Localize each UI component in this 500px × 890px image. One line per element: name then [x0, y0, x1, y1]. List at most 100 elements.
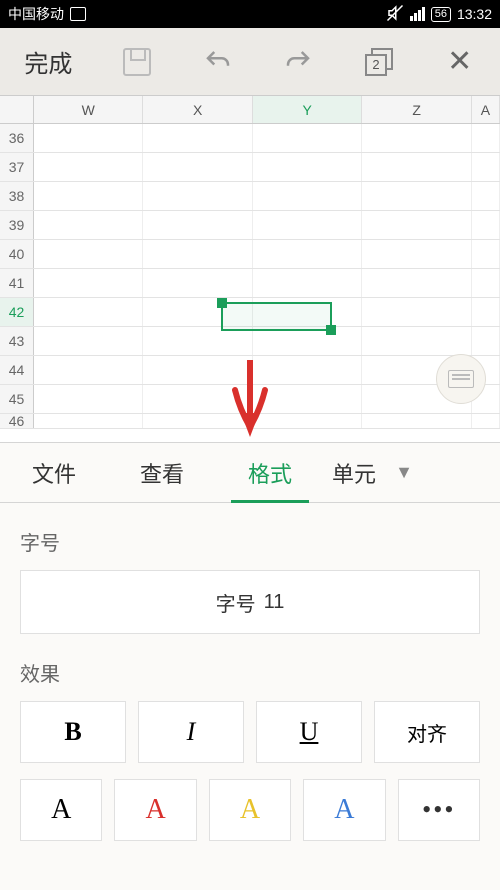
fontsize-selector[interactable]: 字号 11 — [20, 570, 480, 634]
cell[interactable] — [362, 211, 471, 239]
font-color-more[interactable]: ••• — [398, 779, 480, 841]
row-header[interactable]: 46 — [0, 414, 34, 428]
bold-button[interactable]: B — [20, 701, 126, 763]
tab-file[interactable]: 文件 — [0, 443, 108, 502]
save-button[interactable] — [97, 28, 178, 95]
close-button[interactable]: ✕ — [419, 28, 500, 95]
cell[interactable] — [362, 124, 471, 152]
carrier-label: 中国移动 — [8, 4, 64, 24]
clock: 13:32 — [457, 6, 492, 22]
cell[interactable] — [34, 327, 143, 355]
cell[interactable] — [34, 356, 143, 384]
redo-button[interactable] — [258, 28, 339, 95]
cell[interactable] — [472, 240, 500, 268]
cell[interactable] — [362, 182, 471, 210]
format-panel: 文件 查看 格式 单元 ▼ 字号 字号 11 效果 B I U 对齐 A A A… — [0, 442, 500, 890]
cell[interactable] — [34, 153, 143, 181]
cell[interactable] — [362, 153, 471, 181]
cell[interactable] — [472, 211, 500, 239]
cell[interactable] — [143, 240, 252, 268]
cell[interactable] — [253, 124, 362, 152]
cell[interactable] — [362, 269, 471, 297]
row-header[interactable]: 44 — [0, 356, 34, 384]
cell[interactable] — [143, 269, 252, 297]
row-header[interactable]: 39 — [0, 211, 34, 239]
cell[interactable] — [362, 414, 471, 428]
col-header[interactable]: Z — [362, 96, 471, 123]
cell[interactable] — [472, 182, 500, 210]
undo-icon — [203, 47, 233, 77]
select-all-corner[interactable] — [0, 96, 34, 123]
effects-section-label: 效果 — [20, 658, 480, 687]
cell[interactable] — [362, 298, 471, 326]
cell[interactable] — [472, 298, 500, 326]
annotation-arrow-icon — [225, 355, 275, 445]
battery-indicator: 56 — [431, 7, 451, 22]
font-color-black[interactable]: A — [20, 779, 102, 841]
redo-icon — [283, 47, 313, 77]
column-headers: W X Y Z A — [0, 96, 500, 124]
align-button[interactable]: 对齐 — [374, 701, 480, 763]
cell[interactable] — [34, 124, 143, 152]
font-color-red[interactable]: A — [114, 779, 196, 841]
cell[interactable] — [34, 414, 143, 428]
cell[interactable] — [143, 327, 252, 355]
sheet-row: 40 — [0, 240, 500, 269]
tab-format[interactable]: 格式 — [216, 443, 324, 502]
row-header[interactable]: 36 — [0, 124, 34, 152]
font-color-blue[interactable]: A — [303, 779, 385, 841]
row-header[interactable]: 43 — [0, 327, 34, 355]
close-icon: ✕ — [447, 44, 472, 79]
font-color-yellow[interactable]: A — [209, 779, 291, 841]
cell[interactable] — [362, 327, 471, 355]
cell[interactable] — [253, 240, 362, 268]
cell[interactable] — [362, 240, 471, 268]
italic-button[interactable]: I — [138, 701, 244, 763]
col-header[interactable]: X — [143, 96, 252, 123]
tab-cell[interactable]: 单元 — [324, 443, 384, 502]
sheets-button[interactable]: 2 — [339, 28, 420, 95]
cell[interactable] — [143, 182, 252, 210]
selection-handle-top-left[interactable] — [217, 298, 227, 308]
row-header[interactable]: 38 — [0, 182, 34, 210]
cell[interactable] — [34, 211, 143, 239]
cell[interactable] — [34, 240, 143, 268]
cell[interactable] — [253, 211, 362, 239]
underline-button[interactable]: U — [256, 701, 362, 763]
cell[interactable] — [34, 385, 143, 413]
row-header[interactable]: 45 — [0, 385, 34, 413]
keyboard-button[interactable] — [436, 354, 486, 404]
undo-button[interactable] — [177, 28, 258, 95]
done-button[interactable]: 完成 — [0, 28, 97, 95]
cell[interactable] — [253, 182, 362, 210]
row-header[interactable]: 42 — [0, 298, 34, 326]
cell[interactable] — [34, 269, 143, 297]
cell[interactable] — [472, 124, 500, 152]
col-header[interactable]: Y — [253, 96, 362, 123]
col-header[interactable]: A — [472, 96, 500, 123]
cell[interactable] — [472, 269, 500, 297]
fontsize-section-label: 字号 — [20, 527, 480, 556]
cell[interactable] — [143, 153, 252, 181]
row-header[interactable]: 40 — [0, 240, 34, 268]
cell[interactable] — [143, 124, 252, 152]
cell[interactable] — [34, 182, 143, 210]
cell[interactable] — [472, 414, 500, 428]
cell[interactable] — [143, 211, 252, 239]
gallery-icon — [70, 7, 86, 21]
tabs-dropdown[interactable]: ▼ — [384, 462, 424, 483]
cell-selection[interactable] — [221, 302, 332, 331]
cell[interactable] — [34, 298, 143, 326]
col-header[interactable]: W — [34, 96, 143, 123]
selection-handle-bottom-right[interactable] — [326, 325, 336, 335]
cell[interactable] — [253, 153, 362, 181]
row-header[interactable]: 37 — [0, 153, 34, 181]
save-icon — [123, 48, 151, 76]
cell[interactable] — [472, 153, 500, 181]
cell[interactable] — [472, 327, 500, 355]
tab-view[interactable]: 查看 — [108, 443, 216, 502]
row-header[interactable]: 41 — [0, 269, 34, 297]
cell[interactable] — [253, 327, 362, 355]
sheet-row: 43 — [0, 327, 500, 356]
cell[interactable] — [253, 269, 362, 297]
